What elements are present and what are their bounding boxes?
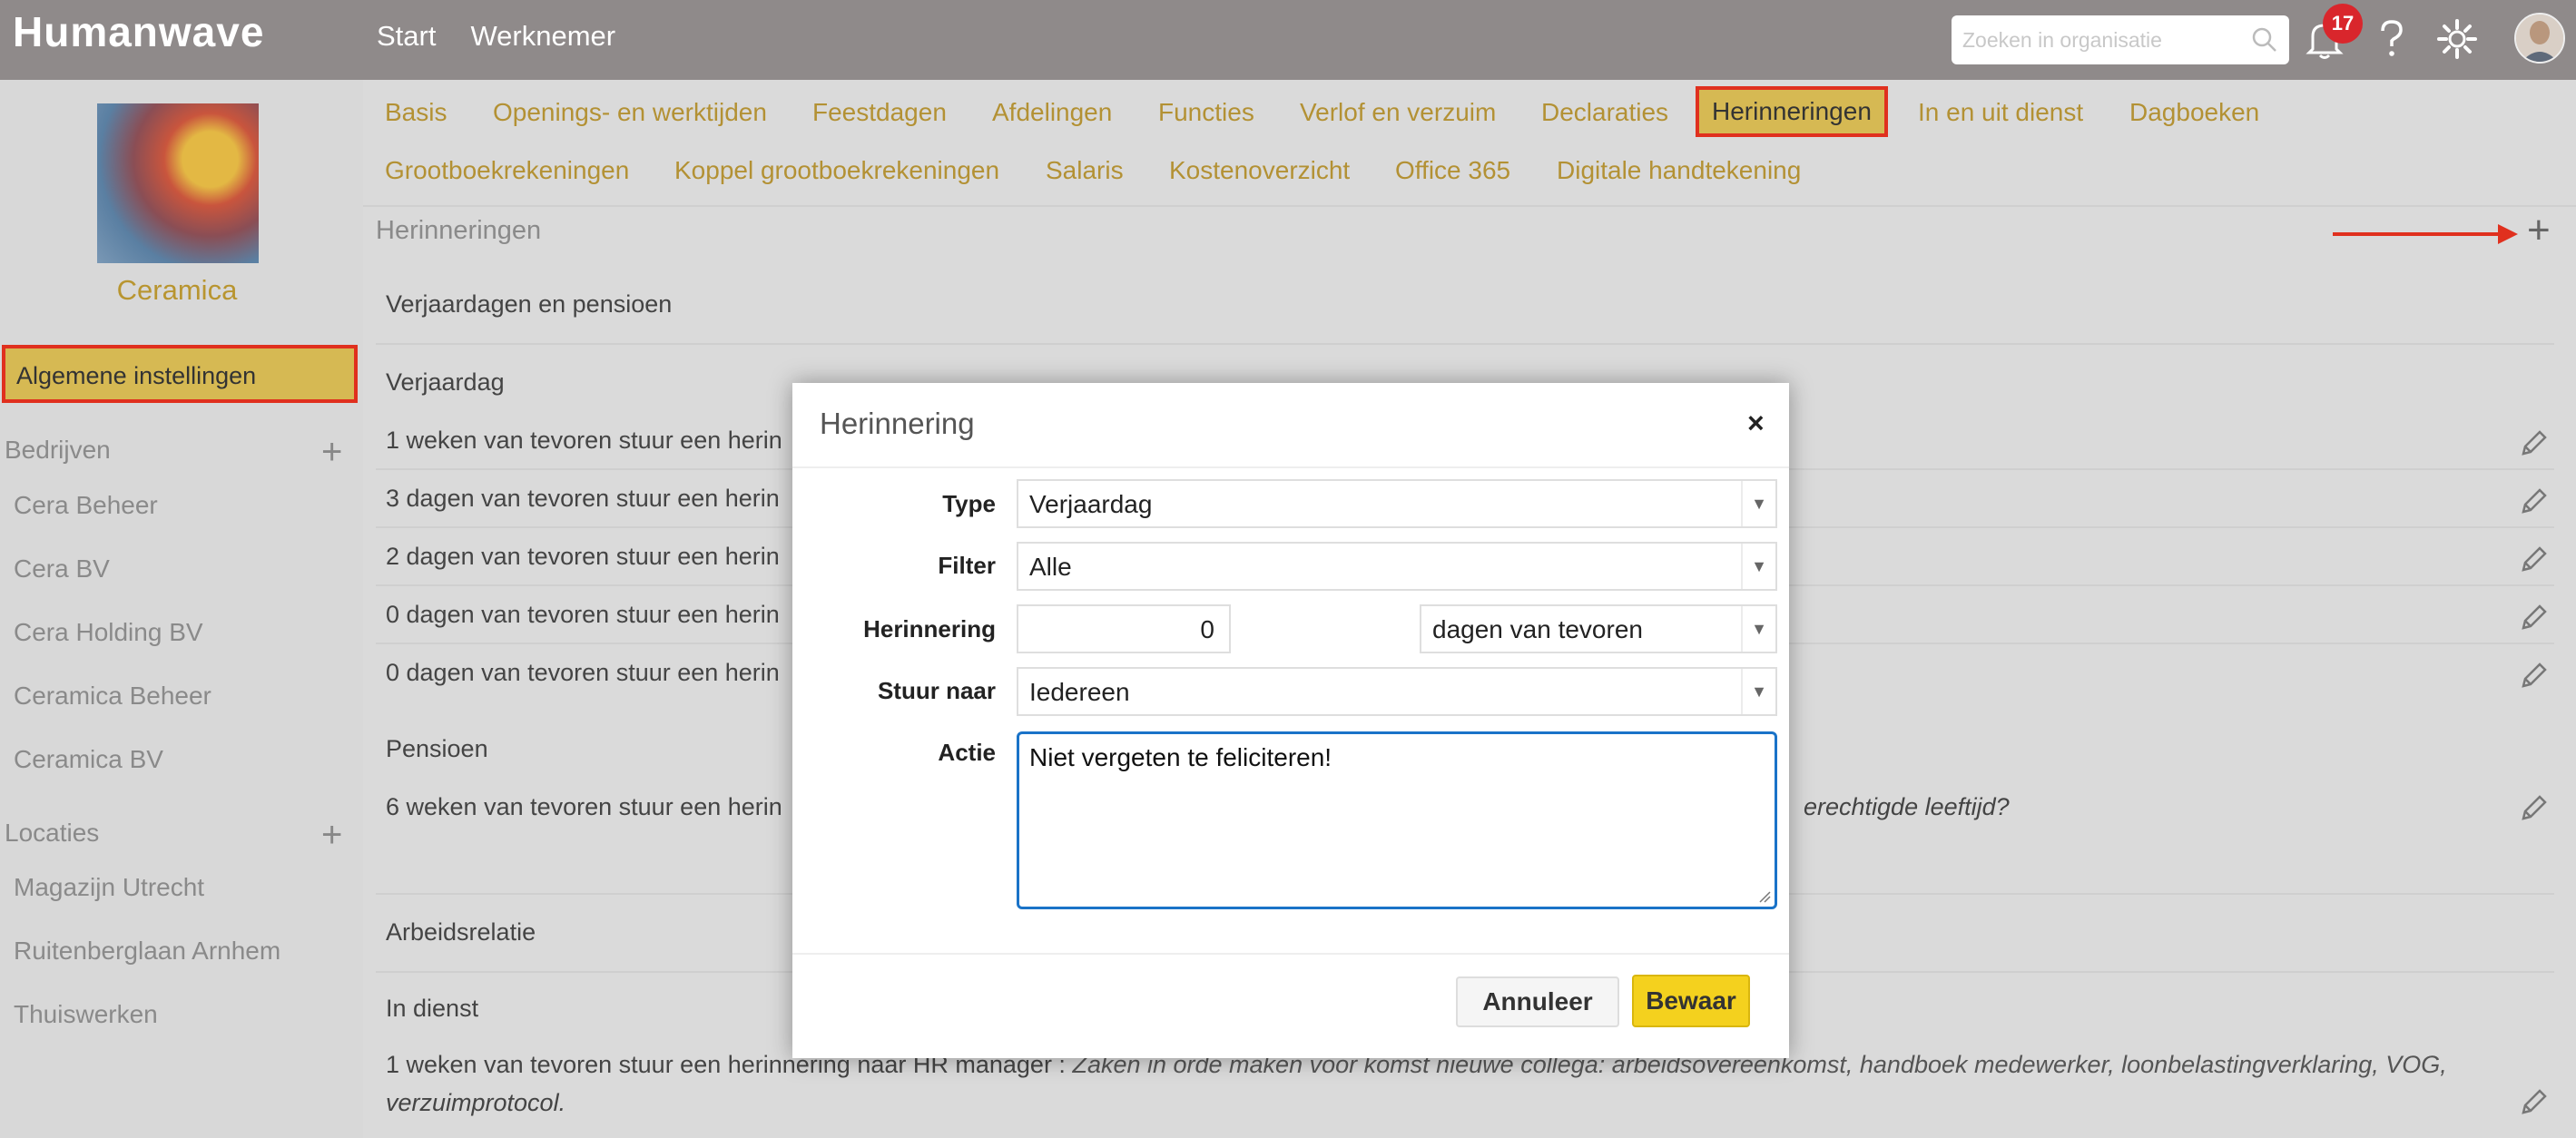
add-herinnering-icon[interactable]: +: [2527, 211, 2551, 250]
reminder-row: 1 weken van tevoren stuur een herin: [386, 427, 782, 454]
user-avatar[interactable]: [2514, 13, 2565, 64]
bedrijven-heading: Bedrijven: [5, 436, 111, 464]
reminder-row-tail: erechtigde leeftijd?: [1804, 793, 2010, 820]
herinnering-dialog: Herinnering × Type Verjaardag ▼ Filter A…: [792, 383, 1789, 1058]
pencil-icon[interactable]: [2518, 603, 2549, 633]
tab-herinneringen[interactable]: Herinneringen: [1696, 86, 1888, 137]
group-title: Verjaardagen en pensioen: [386, 290, 673, 318]
top-bar: Humanwave Start Werknemer Zoeken in orga…: [0, 0, 2576, 80]
filter-select[interactable]: Alle ▼: [1017, 542, 1777, 591]
add-locatie-icon[interactable]: +: [321, 817, 342, 853]
sidebar-item-locatie[interactable]: Magazijn Utrecht: [14, 873, 204, 902]
tab-basis[interactable]: Basis: [385, 98, 447, 127]
tab-salaris[interactable]: Salaris: [1046, 156, 1124, 185]
add-bedrijf-icon[interactable]: +: [321, 434, 342, 470]
tab-dagboeken[interactable]: Dagboeken: [2129, 98, 2259, 127]
subgroup-title: Verjaardag: [386, 368, 505, 396]
reminder-row: 0 dagen van tevoren stuur een herin: [386, 659, 780, 686]
sidebar-item-bedrijf[interactable]: Ceramica Beheer: [14, 682, 211, 711]
reminder-row: 6 weken van tevoren stuur een herin: [386, 793, 782, 820]
herinnering-label: Herinnering: [863, 615, 996, 643]
tab-koppel-grootboekrekeningen[interactable]: Koppel grootboekrekeningen: [674, 156, 999, 185]
top-nav: Start Werknemer: [377, 20, 615, 53]
type-select[interactable]: Verjaardag ▼: [1017, 479, 1777, 528]
stuur-naar-label: Stuur naar: [877, 677, 996, 704]
section-title: Herinneringen: [376, 216, 542, 245]
nav-werknemer[interactable]: Werknemer: [470, 20, 615, 53]
sidebar-item-bedrijf[interactable]: Cera BV: [14, 554, 110, 584]
dialog-footer-divider: [792, 953, 1789, 955]
notification-badge: 17: [2323, 4, 2363, 44]
reminder-row: 0 dagen van tevoren stuur een herin: [386, 601, 780, 628]
resize-handle-icon[interactable]: [1758, 890, 1771, 903]
stuur-naar-select[interactable]: Iedereen ▼: [1017, 667, 1777, 716]
search-icon[interactable]: [2251, 26, 2278, 54]
sidebar-item-locatie[interactable]: Ruitenberglaan Arnhem: [14, 937, 280, 966]
save-button[interactable]: Bewaar: [1632, 975, 1750, 1027]
sidebar-item-bedrijf[interactable]: Cera Holding BV: [14, 618, 203, 647]
type-value: Verjaardag: [1029, 490, 1153, 518]
gear-icon[interactable]: [2436, 18, 2478, 60]
annotation-arrow: [2333, 232, 2502, 236]
chevron-down-icon: ▼: [1741, 544, 1775, 589]
chevron-down-icon: ▼: [1741, 669, 1775, 714]
company-name[interactable]: Ceramica: [0, 274, 354, 307]
sidebar-item-locatie[interactable]: Thuiswerken: [14, 1000, 158, 1029]
reminder-row-line2: verzuimprotocol.: [386, 1089, 566, 1116]
nav-start[interactable]: Start: [377, 20, 436, 53]
sidebar-item-algemene-instellingen[interactable]: Algemene instellingen: [2, 345, 358, 403]
locaties-heading: Locaties: [5, 819, 100, 847]
pencil-icon[interactable]: [2518, 544, 2549, 575]
pencil-icon[interactable]: [2518, 1087, 2549, 1118]
dialog-header-divider: [792, 466, 1789, 468]
company-logo: [97, 103, 259, 263]
tabs-divider: [363, 205, 2576, 207]
sidebar-item-bedrijf[interactable]: Ceramica BV: [14, 745, 163, 774]
subgroup-title: In dienst: [386, 995, 479, 1022]
tab-digitale-handtekening[interactable]: Digitale handtekening: [1557, 156, 1801, 185]
reminder-row: 3 dagen van tevoren stuur een herin: [386, 485, 780, 512]
pencil-icon[interactable]: [2518, 486, 2549, 517]
herinnering-amount-input[interactable]: 0: [1017, 604, 1231, 653]
tab-openings-en-werktijden[interactable]: Openings- en werktijden: [493, 98, 767, 127]
chevron-down-icon: ▼: [1741, 606, 1775, 652]
tab-office-365[interactable]: Office 365: [1395, 156, 1510, 185]
tab-functies[interactable]: Functies: [1158, 98, 1254, 127]
annotation-arrow-head: [2498, 224, 2518, 244]
pencil-icon[interactable]: [2518, 428, 2549, 459]
tab-declaraties[interactable]: Declaraties: [1541, 98, 1668, 127]
avatar-image: [2516, 15, 2563, 62]
group-title: Arbeidsrelatie: [386, 918, 536, 946]
actie-label: Actie: [938, 739, 996, 766]
type-label: Type: [942, 490, 996, 517]
tab-verlof-en-verzuim[interactable]: Verlof en verzuim: [1300, 98, 1496, 127]
subgroup-title: Pensioen: [386, 735, 488, 762]
tab-grootboekrekeningen[interactable]: Grootboekrekeningen: [385, 156, 629, 185]
reminder-row: 2 dagen van tevoren stuur een herin: [386, 543, 780, 570]
close-icon[interactable]: ×: [1747, 407, 1765, 440]
divider: [376, 343, 2554, 345]
pencil-icon[interactable]: [2518, 661, 2549, 692]
sidebar-item-bedrijf[interactable]: Cera Beheer: [14, 491, 158, 520]
dialog-title: Herinnering: [820, 407, 975, 440]
herinnering-unit-value: dagen van tevoren: [1432, 615, 1643, 643]
actie-value: Niet vergeten te feliciteren!: [1029, 743, 1332, 771]
tab-kostenoverzicht[interactable]: Kostenoverzicht: [1169, 156, 1350, 185]
filter-value: Alle: [1029, 553, 1072, 581]
filter-label: Filter: [938, 552, 996, 579]
sidebar: Ceramica Algemene instellingen Bedrijven…: [0, 80, 363, 1138]
tab-in-en-uit-dienst[interactable]: In en uit dienst: [1918, 98, 2083, 127]
search-placeholder: Zoeken in organisatie: [1962, 28, 2162, 52]
app-logo[interactable]: Humanwave: [13, 7, 264, 56]
stuur-naar-value: Iedereen: [1029, 678, 1130, 706]
tab-afdelingen[interactable]: Afdelingen: [992, 98, 1112, 127]
help-icon[interactable]: [2378, 18, 2405, 60]
actie-textarea[interactable]: Niet vergeten te feliciteren!: [1017, 731, 1777, 909]
pencil-icon[interactable]: [2518, 793, 2549, 824]
chevron-down-icon: ▼: [1741, 481, 1775, 526]
search-input[interactable]: Zoeken in organisatie: [1952, 15, 2289, 64]
cancel-button[interactable]: Annuleer: [1456, 976, 1619, 1027]
herinnering-unit-select[interactable]: dagen van tevoren ▼: [1420, 604, 1777, 653]
tab-feestdagen[interactable]: Feestdagen: [812, 98, 947, 127]
